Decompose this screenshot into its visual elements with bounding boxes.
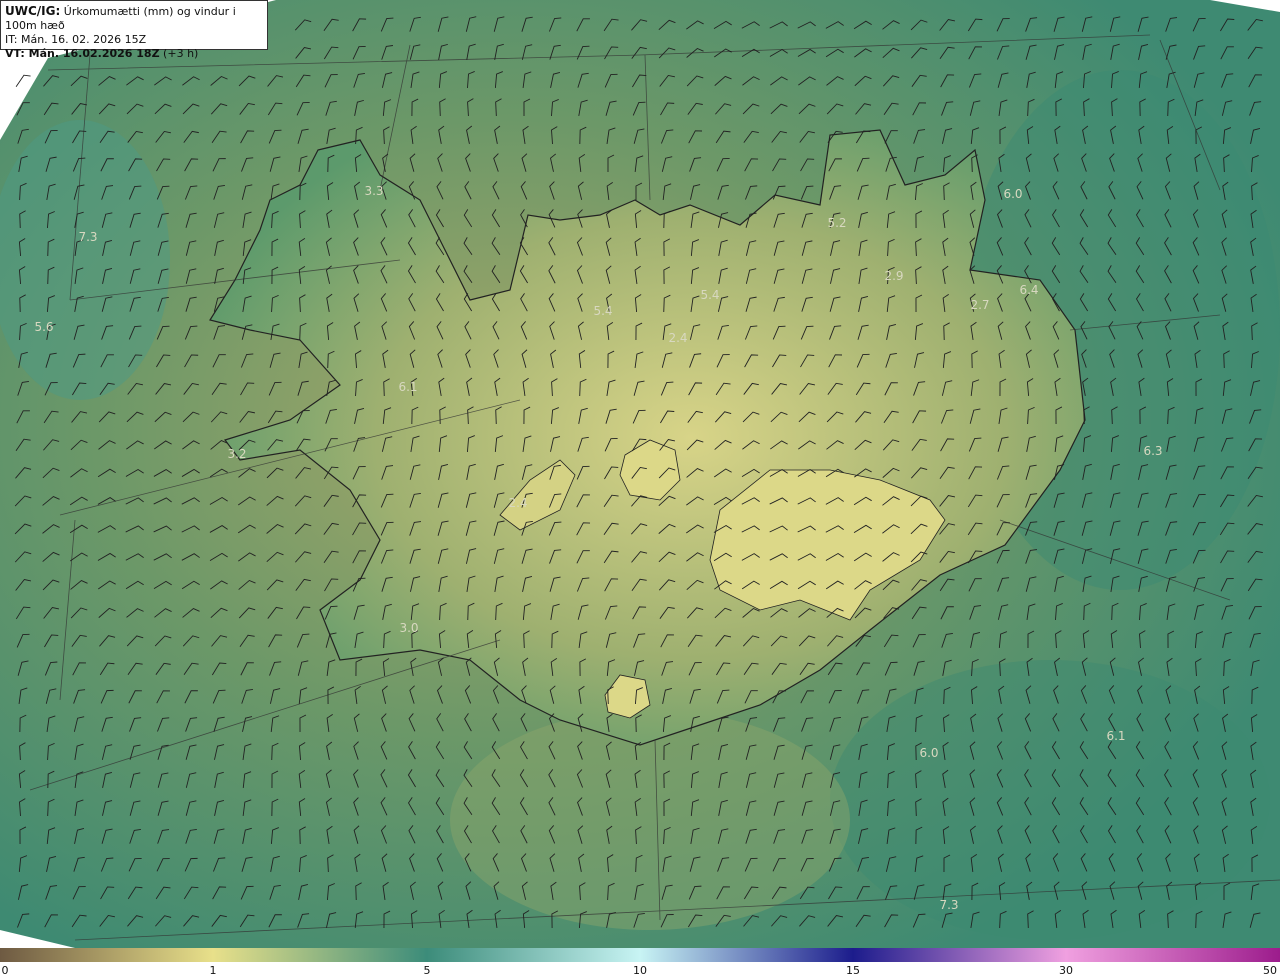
value-label: 2.4 [668,331,687,345]
colorbar-tick-label: 5 [423,964,431,977]
value-label: 5.6 [34,320,53,334]
precipitation-wind-map[interactable]: 3.3 7.3 5.6 6.1 3.2 2.4 5.4 2.4 5.4 5.2 2.9 6.0 6.4 2… [0,0,1280,948]
value-label: 6.0 [919,746,938,760]
value-label: 7.3 [78,230,97,244]
colorbar-tick-label: 10 [633,964,647,977]
map-info-box: UWC/IG: Úrkomumætti (mm) og vindur i 100… [0,0,268,60]
value-label: 7.3 [939,898,958,912]
value-label: 3.2 [227,447,246,461]
colorbar-tick-label: 50 [1263,964,1277,977]
map-title: UWC/IG: Úrkomumætti (mm) og vindur i 100… [5,4,236,32]
value-label: 3.3 [364,184,383,198]
colorbar: 0 1 5 10 15 30 50 [0,948,1280,978]
colorbar-tick-label: 15 [846,964,860,977]
value-label: 2.7 [970,298,989,312]
value-label: 6.0 [1003,187,1022,201]
value-label: 5.4 [700,288,719,302]
value-label: 6.3 [1143,444,1162,458]
value-label: 2.4 [508,496,527,510]
colorbar-tick-label: 0 [1,964,9,977]
colorbar-tick-label: 30 [1059,964,1073,977]
value-label: 5.4 [593,304,612,318]
value-label: 6.1 [1106,729,1125,743]
colorbar-tick-label: 1 [209,964,217,977]
colorbar-strip [0,948,1280,962]
value-label: 6.1 [398,380,417,394]
value-label: 2.9 [884,269,903,283]
init-time: IT: Mán. 16. 02. 2026 15Z [5,33,147,46]
value-label: 6.4 [1019,283,1038,297]
map-canvas: 3.3 7.3 5.6 6.1 3.2 2.4 5.4 2.4 5.4 5.2 2.9 6.0 6.4 2… [0,0,1280,948]
value-label: 5.2 [827,216,846,230]
value-label: 3.0 [399,621,418,635]
valid-time: VT: Mán. 16.02.2026 18Z (+3 h) [5,47,199,60]
